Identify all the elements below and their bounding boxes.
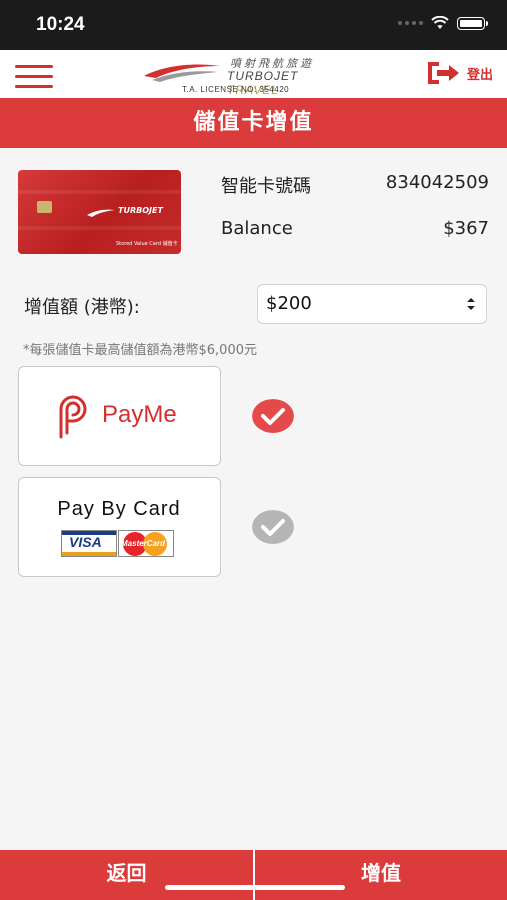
logo-turbojet: TURBOJET xyxy=(227,69,299,83)
payme-selected-check-icon[interactable] xyxy=(252,399,294,433)
card-chip xyxy=(37,201,52,213)
status-time: 10:24 xyxy=(36,14,85,35)
card-logo-swoosh-icon xyxy=(87,209,115,217)
payme-label: PayMe xyxy=(102,401,177,428)
payme-option[interactable]: PayMe xyxy=(18,366,221,466)
home-indicator[interactable] xyxy=(165,885,345,890)
card-number-value: 834042509 xyxy=(385,172,489,193)
turbojet-travel-logo: 噴射飛航旅遊 TURBOJET TRAVEL T.A. LICENSE NO: … xyxy=(142,54,347,97)
logout-button[interactable]: 登出 xyxy=(427,62,493,84)
topup-amount-value: $200 xyxy=(266,293,312,314)
pay-by-card-option[interactable]: Pay By Card VISA MasterCard xyxy=(18,477,221,577)
max-value-note: *每張儲值卡最高儲值額為港幣$6,000元 xyxy=(23,343,257,358)
card-caption: Stored Value Card 儲值卡 xyxy=(116,241,178,247)
back-button[interactable]: 返回 xyxy=(0,850,253,900)
card-brand: TURBOJET xyxy=(118,206,163,215)
topup-amount-select[interactable]: $200 xyxy=(257,284,487,324)
mastercard-text: MasterCard xyxy=(121,539,166,548)
battery-icon xyxy=(457,16,488,30)
license-number: T.A. LICENSE NO: 354420 xyxy=(182,85,290,94)
payme-logo-icon xyxy=(59,395,87,439)
topup-amount-label: 增值額 (港幣): xyxy=(24,297,140,318)
card-unselected-check-icon[interactable] xyxy=(252,510,294,544)
stored-value-card-image: TURBOJET Stored Value Card 儲值卡 xyxy=(18,170,181,254)
page-title: 儲值卡增值 xyxy=(0,98,507,148)
logout-label: 登出 xyxy=(466,67,493,83)
visa-logo-icon: VISA xyxy=(61,530,117,557)
visa-text: VISA xyxy=(69,534,102,550)
balance-label: Balance xyxy=(221,218,293,239)
mastercard-logo-icon: MasterCard xyxy=(118,530,174,557)
bottom-action-bar: 返回 增值 xyxy=(0,850,507,900)
menu-icon[interactable] xyxy=(15,65,53,88)
select-arrows-icon xyxy=(467,298,475,310)
wifi-icon xyxy=(431,16,449,29)
topup-button[interactable]: 增值 xyxy=(255,850,507,900)
card-number-label: 智能卡號碼 xyxy=(221,176,311,197)
logo-swoosh-icon xyxy=(144,64,220,82)
top-bar: 噴射飛航旅遊 TURBOJET TRAVEL T.A. LICENSE NO: … xyxy=(0,50,507,98)
balance-value: $367 xyxy=(443,218,489,239)
status-icons xyxy=(398,16,488,30)
pay-by-card-label: Pay By Card xyxy=(57,498,181,520)
logout-icon xyxy=(427,62,459,84)
signal-icon xyxy=(398,21,423,25)
status-bar: 10:24 xyxy=(0,0,507,50)
